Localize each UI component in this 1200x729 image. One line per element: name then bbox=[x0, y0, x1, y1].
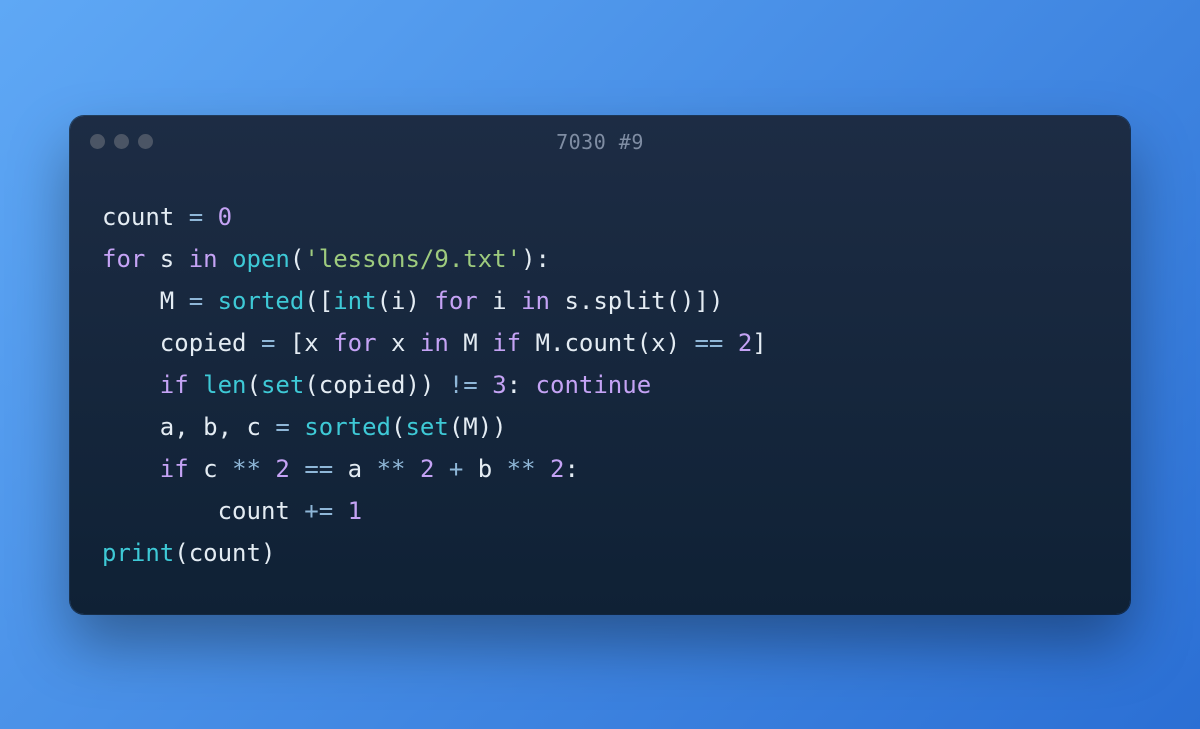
code-token: ] bbox=[752, 329, 766, 357]
code-token: a bbox=[333, 455, 376, 483]
code-token: set bbox=[405, 413, 448, 441]
code-token: [x bbox=[275, 329, 333, 357]
code-token: count bbox=[102, 203, 189, 231]
code-token: ** bbox=[507, 455, 536, 483]
code-token: int bbox=[333, 287, 376, 315]
traffic-lights bbox=[90, 134, 153, 149]
code-token: = bbox=[261, 329, 275, 357]
code-token: : bbox=[507, 371, 536, 399]
code-token bbox=[723, 329, 737, 357]
code-token: ([ bbox=[304, 287, 333, 315]
code-token: ( bbox=[290, 245, 304, 273]
code-line: a, b, c = sorted(set(M)) bbox=[102, 406, 1098, 448]
code-token bbox=[203, 203, 217, 231]
code-token: + bbox=[449, 455, 463, 483]
code-token: 3 bbox=[492, 371, 506, 399]
code-token: != bbox=[449, 371, 478, 399]
code-line: copied = [x for x in M if M.count(x) == … bbox=[102, 322, 1098, 364]
code-token: 2 bbox=[550, 455, 564, 483]
code-token: M bbox=[449, 329, 492, 357]
code-token: 2 bbox=[420, 455, 434, 483]
code-token: : bbox=[564, 455, 578, 483]
code-line: count = 0 bbox=[102, 196, 1098, 238]
code-token bbox=[261, 455, 275, 483]
code-token: a, b, c bbox=[102, 413, 275, 441]
code-token bbox=[478, 371, 492, 399]
code-token: ** bbox=[232, 455, 261, 483]
window-titlebar: 7030 #9 bbox=[70, 116, 1130, 168]
code-token bbox=[434, 455, 448, 483]
code-token: (count) bbox=[174, 539, 275, 567]
code-token: = bbox=[275, 413, 289, 441]
code-token: i bbox=[478, 287, 521, 315]
code-token: count bbox=[102, 497, 304, 525]
code-token: 2 bbox=[738, 329, 752, 357]
code-token bbox=[536, 455, 550, 483]
code-token bbox=[102, 371, 160, 399]
code-token: sorted bbox=[304, 413, 391, 441]
code-token: for bbox=[434, 287, 477, 315]
code-token: = bbox=[189, 203, 203, 231]
maximize-icon[interactable] bbox=[138, 134, 153, 149]
code-token: x bbox=[377, 329, 420, 357]
code-token: for bbox=[333, 329, 376, 357]
code-block: count = 0for s in open('lessons/9.txt'):… bbox=[70, 168, 1130, 574]
minimize-icon[interactable] bbox=[114, 134, 129, 149]
code-line: if c ** 2 == a ** 2 + b ** 2: bbox=[102, 448, 1098, 490]
code-token bbox=[102, 455, 160, 483]
code-token bbox=[290, 413, 304, 441]
code-token: in bbox=[420, 329, 449, 357]
code-token: == bbox=[304, 455, 333, 483]
code-token: 'lessons/9.txt' bbox=[304, 245, 521, 273]
code-token: copied bbox=[102, 329, 261, 357]
code-token: c bbox=[189, 455, 232, 483]
code-token: s.split()]) bbox=[550, 287, 723, 315]
code-token: M.count(x) bbox=[521, 329, 694, 357]
code-token: 1 bbox=[348, 497, 362, 525]
code-token: len bbox=[203, 371, 246, 399]
code-token: (copied)) bbox=[304, 371, 449, 399]
code-token: 0 bbox=[218, 203, 232, 231]
code-token: for bbox=[102, 245, 145, 273]
code-token: b bbox=[463, 455, 506, 483]
code-token: continue bbox=[536, 371, 652, 399]
code-token: set bbox=[261, 371, 304, 399]
code-token bbox=[290, 455, 304, 483]
code-token: open bbox=[232, 245, 290, 273]
code-token: (i) bbox=[377, 287, 435, 315]
code-token: += bbox=[304, 497, 333, 525]
code-token: sorted bbox=[218, 287, 305, 315]
code-token bbox=[189, 371, 203, 399]
code-token: in bbox=[189, 245, 218, 273]
code-token: = bbox=[189, 287, 203, 315]
code-token: ( bbox=[391, 413, 405, 441]
code-line: M = sorted([int(i) for i in s.split()]) bbox=[102, 280, 1098, 322]
code-window: 7030 #9 count = 0for s in open('lessons/… bbox=[70, 116, 1130, 614]
code-token: in bbox=[521, 287, 550, 315]
code-line: count += 1 bbox=[102, 490, 1098, 532]
code-token: ( bbox=[247, 371, 261, 399]
code-token: ): bbox=[521, 245, 550, 273]
code-token bbox=[406, 455, 420, 483]
code-line: print(count) bbox=[102, 532, 1098, 574]
code-line: for s in open('lessons/9.txt'): bbox=[102, 238, 1098, 280]
code-line: if len(set(copied)) != 3: continue bbox=[102, 364, 1098, 406]
code-token: if bbox=[492, 329, 521, 357]
code-token: ** bbox=[377, 455, 406, 483]
code-token bbox=[218, 245, 232, 273]
code-token: == bbox=[694, 329, 723, 357]
code-token bbox=[203, 287, 217, 315]
code-token: print bbox=[102, 539, 174, 567]
window-title: 7030 #9 bbox=[70, 130, 1130, 154]
code-token: M bbox=[102, 287, 189, 315]
code-token: if bbox=[160, 455, 189, 483]
code-token: if bbox=[160, 371, 189, 399]
close-icon[interactable] bbox=[90, 134, 105, 149]
code-token: s bbox=[145, 245, 188, 273]
code-token: 2 bbox=[275, 455, 289, 483]
code-token bbox=[333, 497, 347, 525]
code-token: (M)) bbox=[449, 413, 507, 441]
